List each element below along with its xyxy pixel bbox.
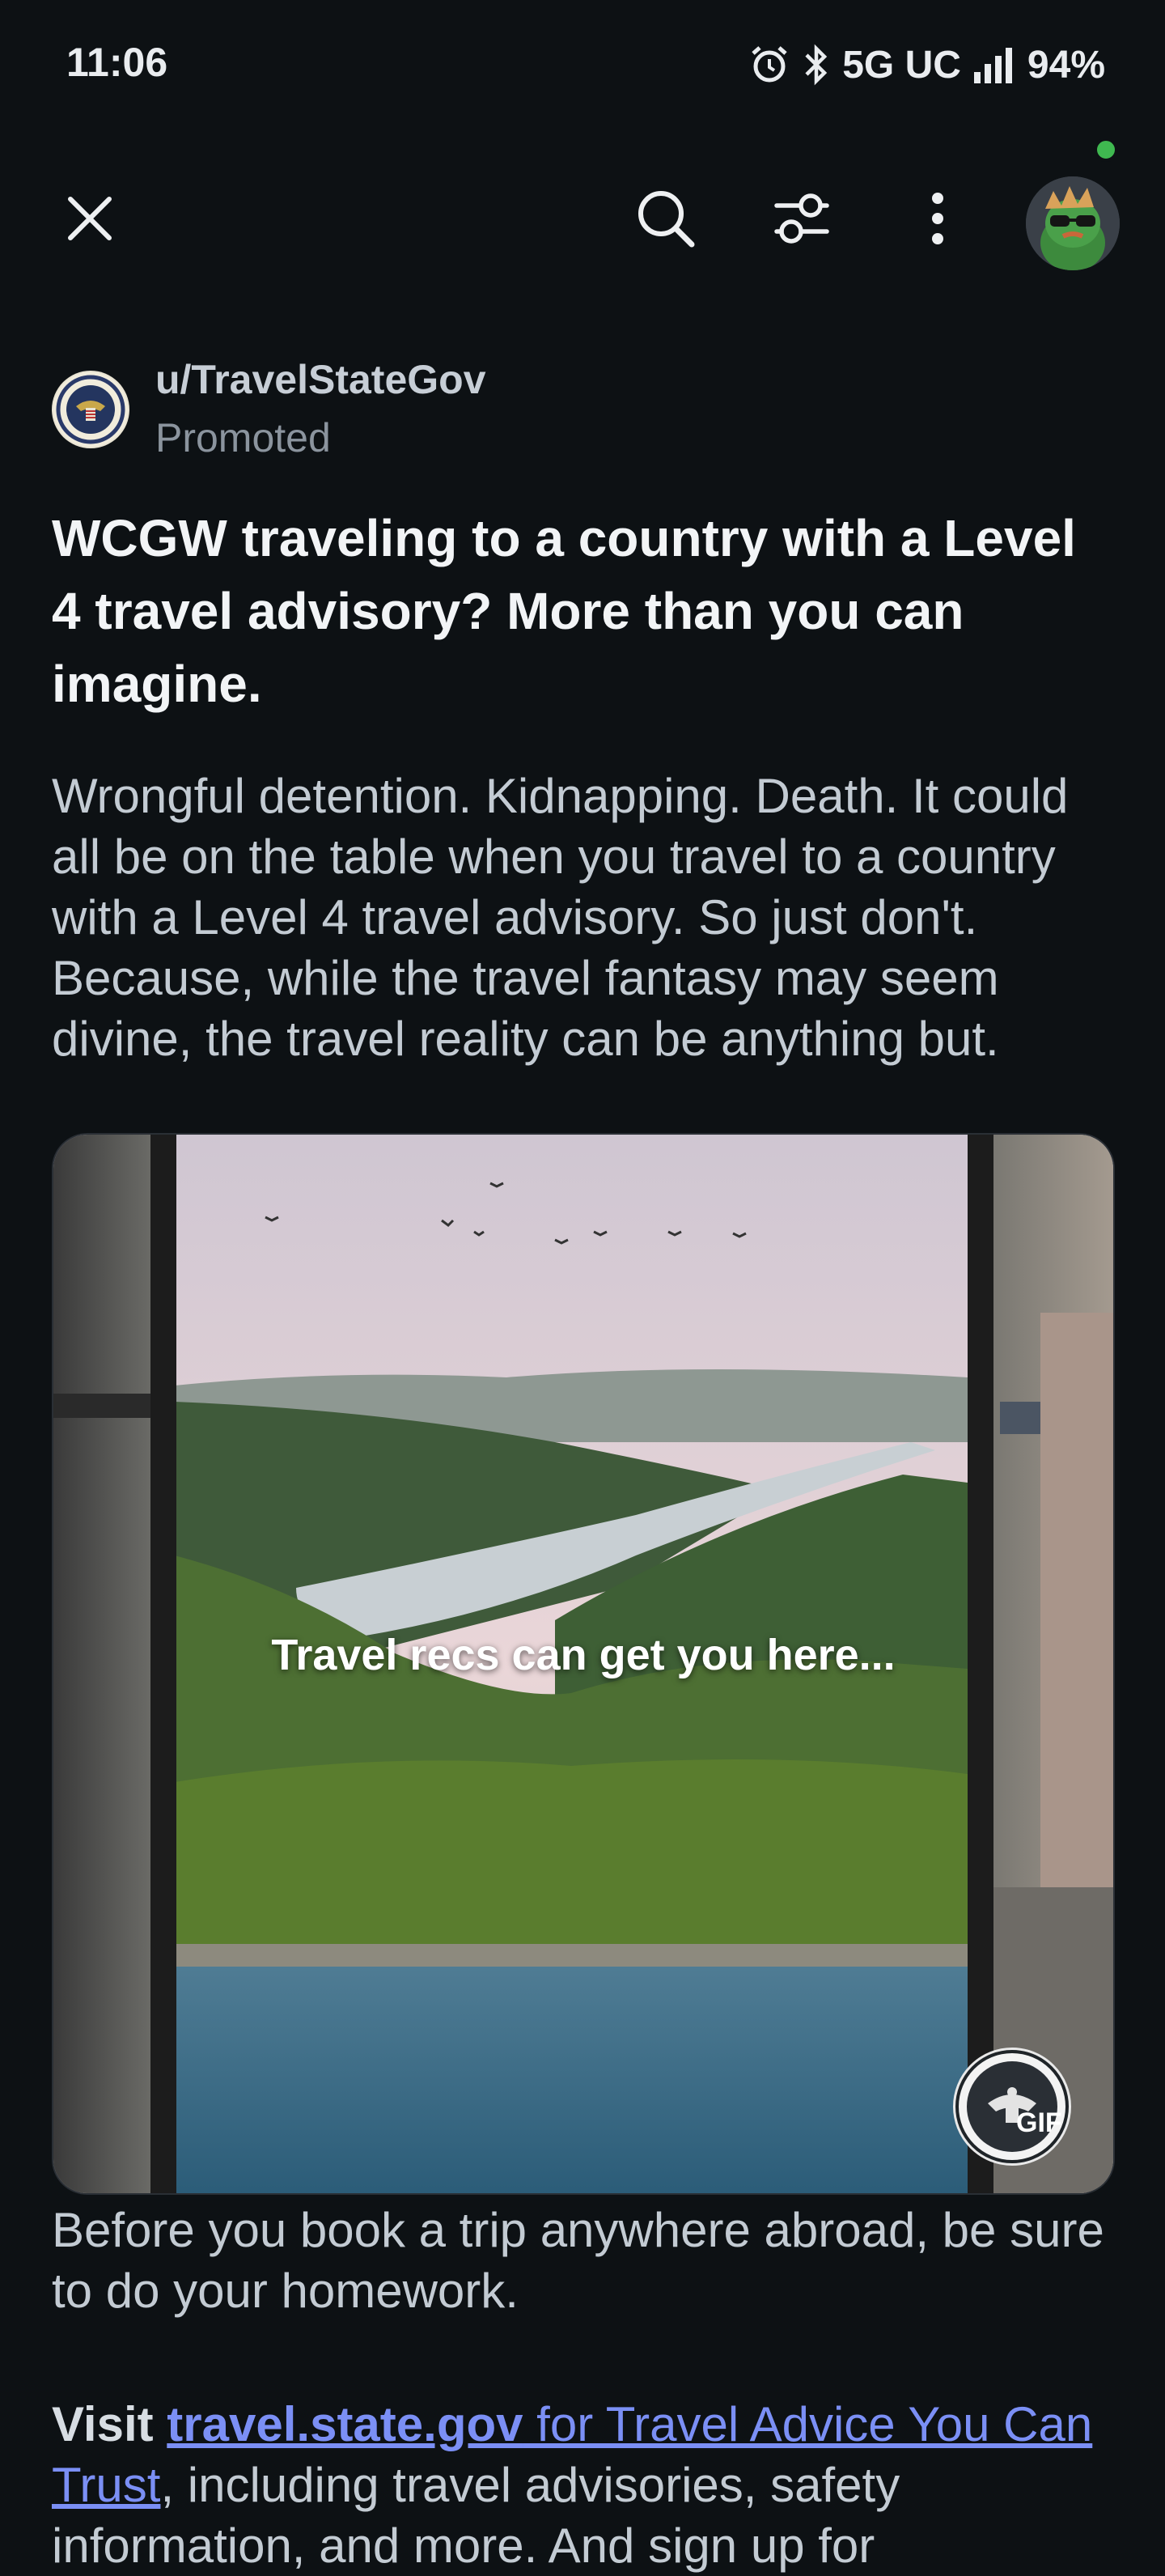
battery-level: 94% [1027,43,1105,87]
more-options-icon [930,192,946,249]
visit-paragraph: Visit travel.state.gov for Travel Advice… [52,2394,1120,2576]
status-bar: 11:06 5G UC 94% [0,0,1165,129]
user-avatar[interactable] [1026,176,1120,270]
status-time: 11:06 [66,40,168,85]
close-button[interactable] [45,176,134,265]
status-icons: 5G UC 94% [748,39,1105,91]
signal-icon [972,46,1016,83]
post-body-continued: Before you book a trip anywhere abroad, … [52,2203,1104,2318]
post-body: Wrongful detention. Kidnapping. Death. I… [52,769,1069,1066]
post-author[interactable]: u/TravelStateGov [155,356,486,403]
search-button[interactable] [621,176,710,265]
promoted-label: Promoted [155,415,331,460]
post-media-gif[interactable]: Travel recs can get you here... [52,1133,1115,2195]
alarm-icon [748,44,790,86]
gif-badge-seal-icon [953,2048,1071,2166]
close-icon [66,194,114,247]
more-options-button[interactable] [893,176,982,265]
bluetooth-icon [802,44,831,86]
author-avatar-seal[interactable] [52,371,129,448]
visit-prefix: Visit [52,2397,167,2451]
post-title[interactable]: WCGW traveling to a country with a Level… [52,502,1104,720]
media-caption: Travel recs can get you here... [271,1631,896,1679]
filter-button[interactable] [757,176,846,265]
visit-suffix: , including travel advisories, safety in… [52,2458,900,2573]
search-icon [635,188,697,253]
gif-badge-label: GIF [1016,2107,1062,2138]
link-domain: travel.state.gov [167,2397,523,2451]
filter-icon [773,192,830,249]
online-status-dot [1094,138,1118,162]
network-label: 5G UC [842,43,961,87]
